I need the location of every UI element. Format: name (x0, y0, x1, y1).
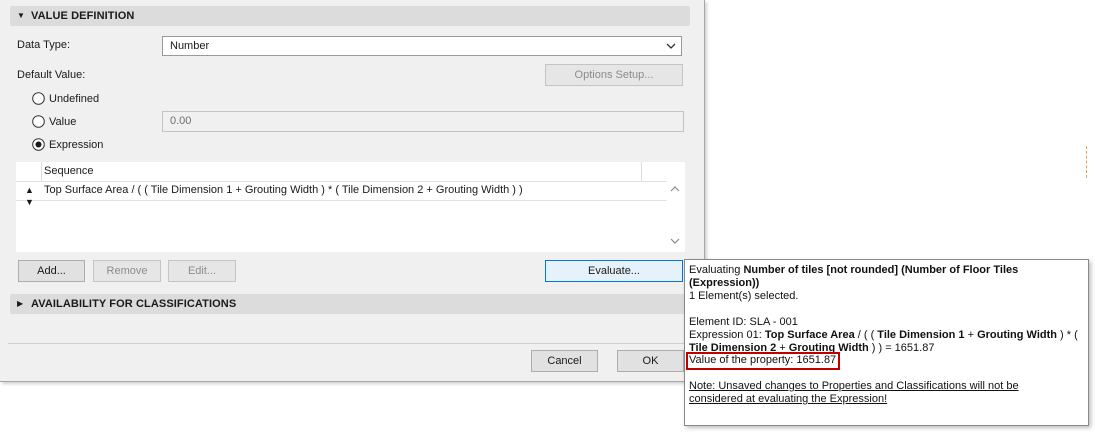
expr-sep: / ( ( (854, 329, 878, 341)
expr-top-surface-area: Top Surface Area (764, 329, 855, 341)
table-row[interactable]: ▲ ▼ Top Surface Area / ( ( Tile Dimension… (16, 181, 667, 207)
scroll-up-icon[interactable] (670, 185, 680, 193)
availability-header[interactable]: ▶ AVAILABILITY FOR CLASSIFICATIONS (10, 294, 690, 314)
selected-count: 1 Element(s) selected. (689, 290, 799, 302)
sequence-expression: Top Surface Area / ( ( Tile Dimension 1 … (44, 184, 523, 196)
data-type-label: Data Type: (17, 39, 70, 51)
evaluating-prefix: Evaluating (689, 264, 744, 276)
radio-value[interactable] (32, 115, 45, 128)
value-input-text: 0.00 (170, 115, 192, 127)
chevron-down-icon (666, 43, 676, 49)
radio-value-label: Value (49, 116, 77, 128)
note-line-2: considered at evaluating the Expression! (689, 393, 888, 405)
note-line-1: Note: Unsaved changes to Properties and … (689, 380, 1019, 392)
footer-separator (8, 343, 704, 344)
value-definition-header[interactable]: ▼ VALUE DEFINITION (10, 6, 690, 26)
expr-tile-dimension-1: Tile Dimension 1 (877, 329, 965, 341)
expr-sep: ) * ( (1057, 329, 1078, 341)
edge-marker (1086, 146, 1095, 178)
evaluating-line: Evaluating Number of tiles [not rounded]… (689, 264, 1018, 277)
value-input[interactable]: 0.00 (162, 111, 684, 132)
element-id: Element ID: SLA - 001 (689, 316, 798, 328)
reorder-handle-icon[interactable]: ▲ ▼ (25, 184, 34, 208)
expr-grouting-width: Grouting Width (977, 329, 1057, 341)
radio-undefined-label: Undefined (49, 93, 100, 105)
add-button[interactable]: Add... (18, 260, 85, 282)
remove-button[interactable]: Remove (93, 260, 161, 282)
default-value-label: Default Value: (17, 69, 86, 81)
availability-title: AVAILABILITY FOR CLASSIFICATIONS (31, 298, 237, 310)
data-type-value: Number (170, 40, 210, 52)
cancel-button[interactable]: Cancel (531, 350, 598, 372)
radio-undefined[interactable] (32, 92, 45, 105)
expression-prefix: Expression 01: (689, 329, 765, 341)
column-divider[interactable] (41, 162, 42, 181)
evaluating-line-2: (Expression)) (689, 277, 759, 290)
radio-expression-label: Expression (49, 139, 104, 151)
property-name: Number of tiles [not rounded] (Number of… (743, 264, 1019, 276)
properties-dialog: ▼ VALUE DEFINITION Data Type: Number Def… (0, 0, 705, 382)
table-scrollbar[interactable] (667, 181, 685, 252)
expr-sep: + (964, 329, 978, 341)
sequence-table: Sequence ▲ ▼ Top Surface Area / ( ( Tile … (16, 162, 685, 252)
property-value: Value of the property: 1651.87 (689, 354, 837, 366)
options-setup-button[interactable]: Options Setup... (545, 64, 683, 86)
expression-line: Expression 01: Top Surface Area / ( ( Ti… (689, 329, 1078, 342)
expand-triangle-icon[interactable]: ▶ (17, 294, 23, 314)
column-divider[interactable] (641, 162, 642, 181)
data-type-select[interactable]: Number (162, 36, 682, 56)
property-name-suffix: (Expression)) (689, 277, 760, 289)
collapse-triangle-icon[interactable]: ▼ (17, 6, 25, 26)
expression-result: ) ) = 1651.87 (868, 342, 935, 354)
table-header: Sequence (16, 162, 667, 182)
evaluate-button[interactable]: Evaluate... (545, 260, 683, 282)
sequence-column-header[interactable]: Sequence (44, 165, 94, 177)
ok-button[interactable]: OK (617, 350, 684, 372)
radio-expression[interactable] (32, 138, 45, 151)
value-definition-title: VALUE DEFINITION (31, 10, 135, 22)
edit-button[interactable]: Edit... (168, 260, 236, 282)
scroll-down-icon[interactable] (670, 237, 680, 245)
evaluate-result-popup: Evaluating Number of tiles [not rounded]… (684, 259, 1089, 426)
